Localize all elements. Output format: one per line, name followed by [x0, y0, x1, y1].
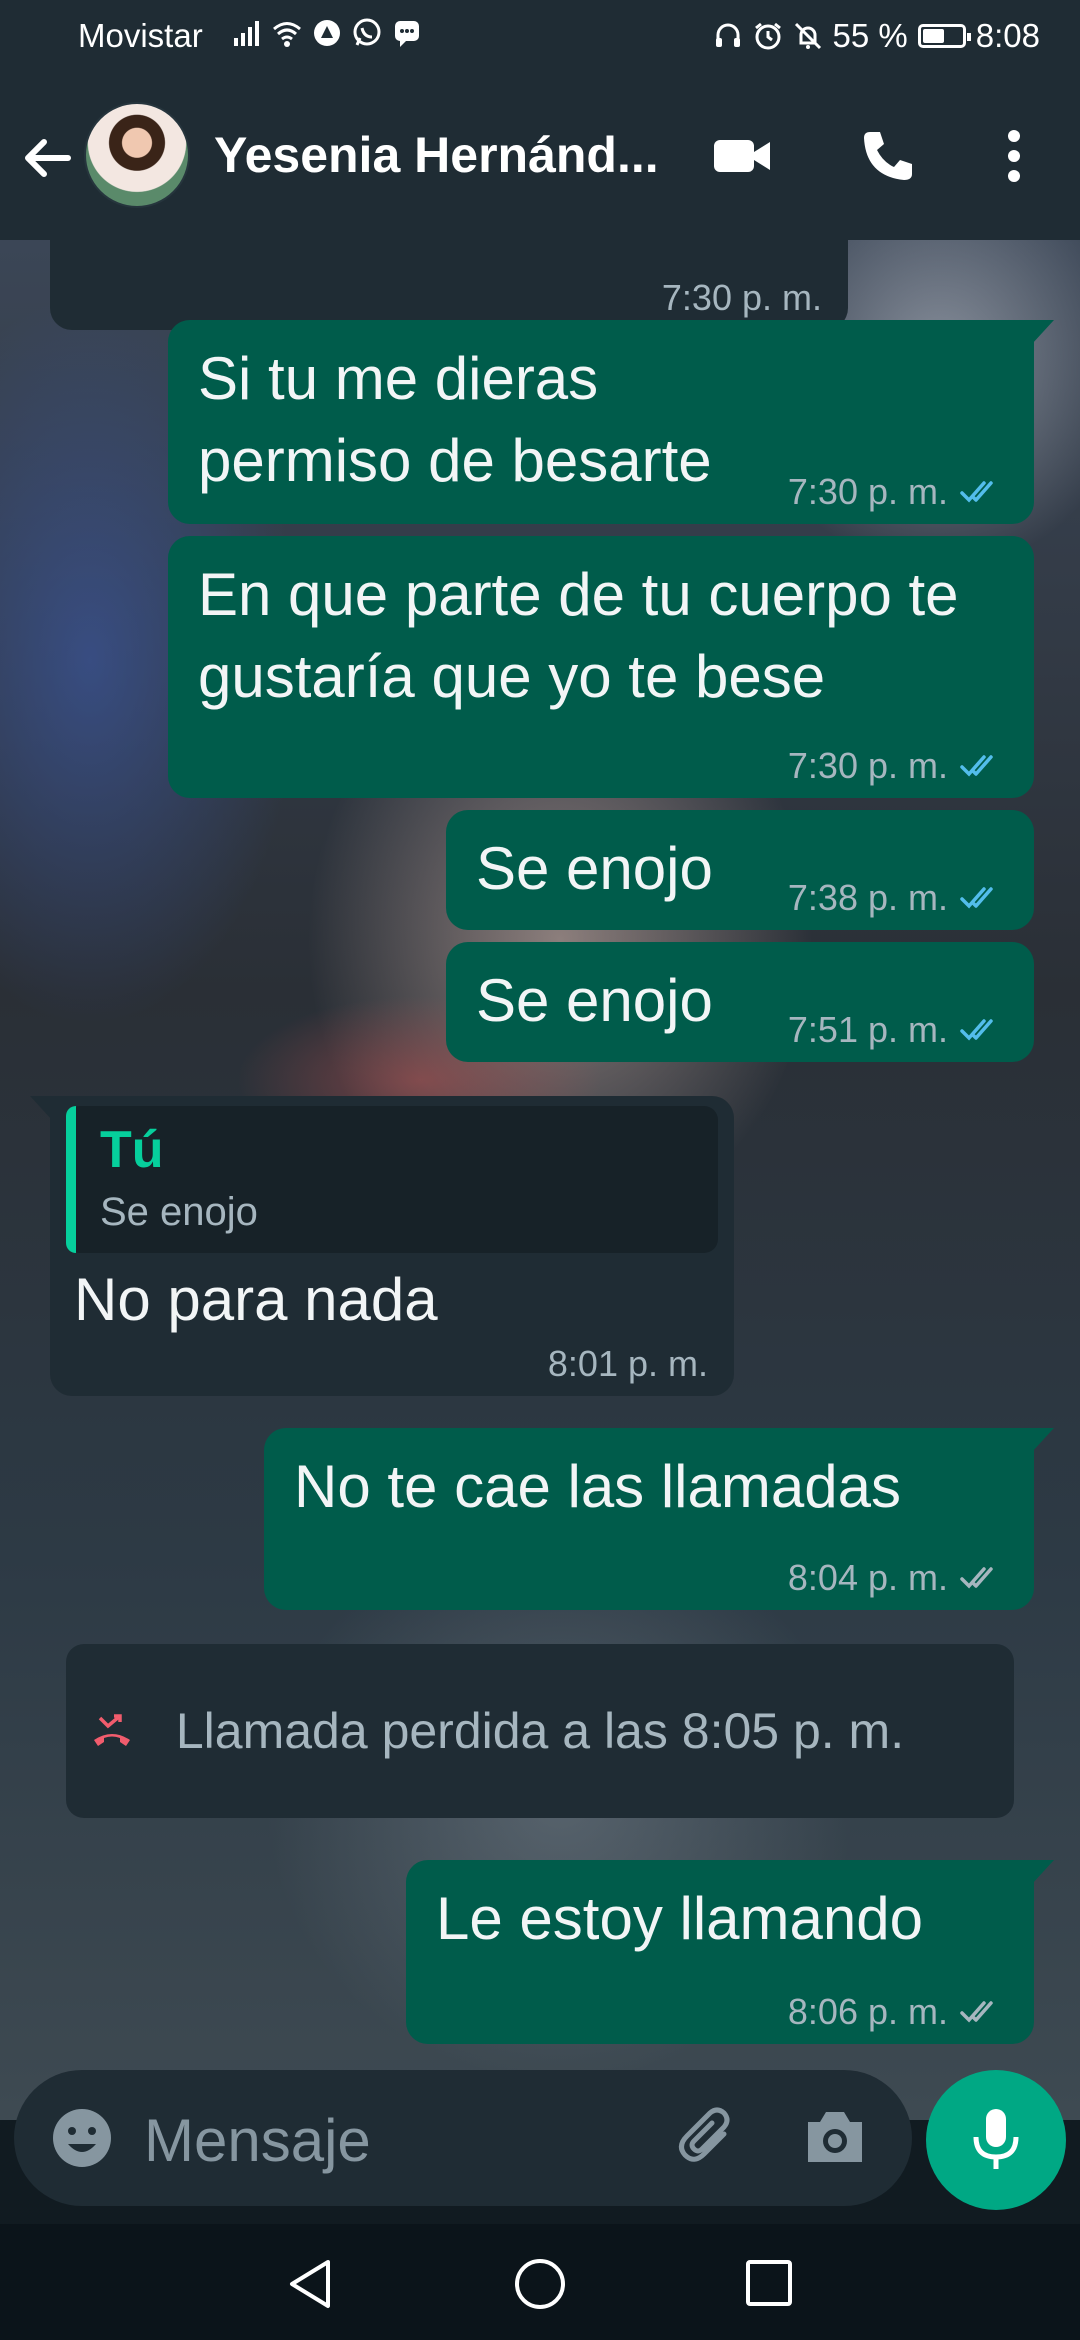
app-notification-icon: [314, 20, 340, 46]
back-arrow-icon[interactable]: [20, 134, 76, 182]
mute-notifications-icon: [794, 22, 821, 50]
delivered-ticks-icon: [960, 1567, 993, 1589]
phone-call-icon[interactable]: [856, 124, 920, 188]
message-text: No para nada: [74, 1266, 438, 1333]
nav-home-icon[interactable]: [512, 2256, 568, 2312]
headset-icon: [715, 23, 740, 47]
quote-author: Tú: [100, 1121, 164, 1179]
message-time: 7:30 p. m.: [787, 745, 948, 786]
system-nav-bar: [0, 2224, 1080, 2340]
chat-header: Yesenia Hernánd...: [0, 72, 1080, 240]
missed-call-notice[interactable]: Llamada perdida a las 8:05 p. m.: [66, 1644, 1014, 1818]
missed-call-icon: [94, 1714, 130, 1746]
battery-icon: [917, 24, 971, 48]
message-bubble-outgoing[interactable]: Si tu me dieras permiso de besarte 7:30 …: [168, 320, 1054, 524]
message-meta: 7:51 p. m.: [788, 1010, 1008, 1050]
message-bubble-incoming[interactable]: 7:30 p. m.: [50, 240, 848, 330]
wifi-icon: [273, 22, 301, 47]
message-meta: 8:04 p. m.: [788, 1558, 1008, 1598]
status-left-icons: [232, 18, 422, 48]
read-ticks-icon: [960, 1019, 993, 1041]
message-meta: 8:06 p. m.: [788, 1992, 1008, 2032]
message-text: En que parte de tu cuerpo te gustaría qu…: [198, 561, 959, 710]
status-bar: Movistar 55 % 8:08: [0, 0, 1080, 72]
message-bubble-outgoing[interactable]: No te cae las llamadas 8:04 p. m.: [264, 1428, 1054, 1610]
message-text: No te cae las llamadas: [294, 1453, 901, 1520]
more-options-icon[interactable]: [990, 124, 1038, 188]
whatsapp-icon: [353, 18, 381, 46]
attach-icon[interactable]: [674, 2104, 742, 2172]
message-meta: 7:30 p. m.: [788, 746, 1008, 786]
battery-percent: 55 %: [832, 17, 908, 54]
message-time: 7:38 p. m.: [787, 877, 948, 918]
message-time: 8:01 p. m.: [547, 1343, 708, 1384]
signal-icon: [234, 21, 259, 46]
read-ticks-icon: [960, 755, 993, 777]
alarm-icon: [754, 22, 781, 50]
video-call-icon[interactable]: [710, 124, 774, 188]
message-meta: 7:30 p. m.: [662, 278, 822, 318]
quote-text: Se enojo: [100, 1190, 258, 1234]
message-bubble-outgoing[interactable]: Se enojo 7:51 p. m.: [446, 942, 1034, 1062]
read-ticks-icon: [960, 481, 993, 503]
message-time: 7:30 p. m.: [661, 277, 822, 318]
quoted-message[interactable]: Tú Se enojo: [66, 1106, 718, 1253]
message-meta: 7:38 p. m.: [788, 878, 1008, 918]
missed-call-text: Llamada perdida a las 8:05 p. m.: [175, 1703, 905, 1759]
emoji-icon[interactable]: [50, 2106, 114, 2170]
carrier-label: Movistar: [78, 17, 203, 54]
message-text: Si tu me dieras permiso de besarte: [198, 345, 712, 494]
message-bubble-outgoing[interactable]: Le estoy llamando 8:06 p. m.: [406, 1860, 1054, 2044]
message-bubble-outgoing[interactable]: Se enojo 7:38 p. m.: [446, 810, 1034, 930]
delivered-ticks-icon: [960, 2001, 993, 2023]
clock: 8:08: [975, 17, 1040, 54]
camera-icon[interactable]: [802, 2106, 868, 2168]
nav-back-icon[interactable]: [284, 2256, 336, 2312]
contact-name[interactable]: Yesenia Hernánd...: [214, 126, 674, 184]
message-input[interactable]: Mensaje: [144, 2106, 371, 2175]
messenger-icon: [395, 21, 419, 47]
message-time: 7:30 p. m.: [787, 471, 948, 512]
message-text: Le estoy llamando: [436, 1885, 923, 1952]
message-bubble-incoming[interactable]: Tú Se enojo No para nada 8:01 p. m.: [30, 1096, 734, 1396]
message-input-bar[interactable]: Mensaje: [14, 2070, 912, 2206]
message-time: 8:06 p. m.: [787, 1991, 948, 2032]
message-meta: 8:01 p. m.: [548, 1344, 708, 1384]
message-bubble-outgoing[interactable]: En que parte de tu cuerpo te gustaría qu…: [168, 536, 1034, 798]
message-time: 8:04 p. m.: [787, 1557, 948, 1598]
avatar[interactable]: [84, 102, 190, 208]
battery-fill: [922, 29, 944, 43]
nav-recents-icon[interactable]: [744, 2258, 794, 2308]
microphone-icon: [973, 2109, 1019, 2169]
read-ticks-icon: [960, 887, 993, 909]
chat-area[interactable]: 7:30 p. m. Si tu me dieras permiso de be…: [0, 240, 1080, 2120]
status-right-icons: 55 % 8:08: [713, 17, 1040, 55]
mic-button[interactable]: [926, 2070, 1066, 2210]
message-meta: 7:30 p. m.: [788, 472, 1008, 512]
message-time: 7:51 p. m.: [787, 1009, 948, 1050]
